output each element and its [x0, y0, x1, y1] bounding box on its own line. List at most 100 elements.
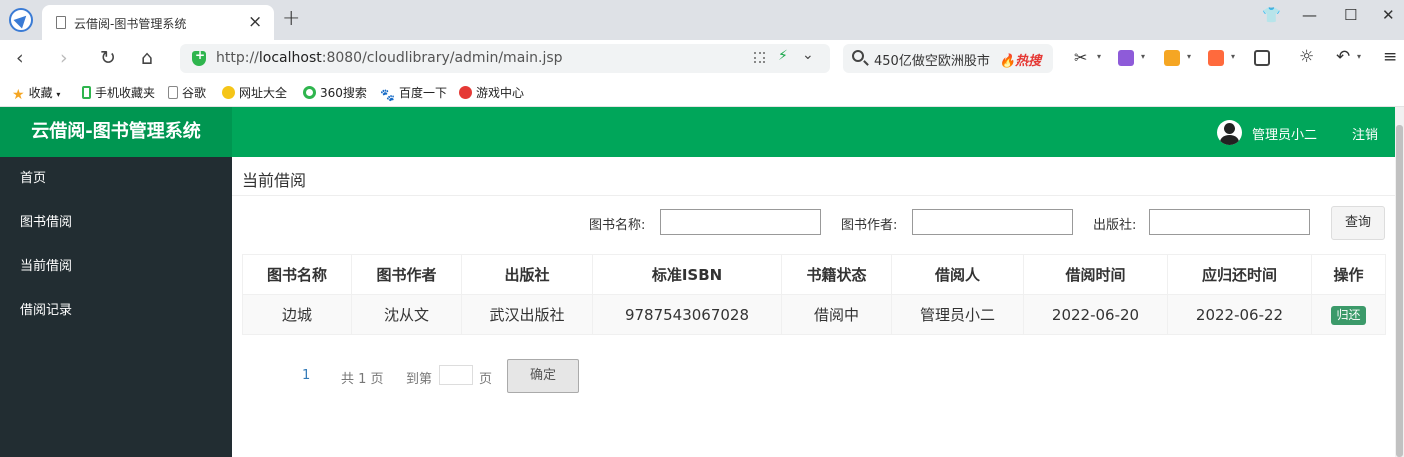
- hot-search-badge: 🔥热搜: [999, 54, 1042, 69]
- cell-author: 沈从文: [351, 294, 462, 335]
- bookmark-baidu[interactable]: 🐾 百度一下: [380, 84, 447, 102]
- skin-icon[interactable]: 👕: [1262, 6, 1281, 24]
- sidebar-item-home[interactable]: 首页: [0, 157, 232, 201]
- total-pages-text: 共 1 页: [341, 372, 384, 387]
- confirm-button[interactable]: 确定: [507, 359, 579, 393]
- cell-return-time: 2022-06-22: [1167, 294, 1312, 335]
- sidebar-item-current-borrow[interactable]: 当前借阅: [0, 245, 232, 289]
- bookmark-games[interactable]: 游戏中心: [459, 84, 524, 101]
- column-header: 书籍状态: [781, 254, 892, 295]
- bookmark-360[interactable]: 360搜索: [303, 84, 367, 101]
- baidu-paw-icon: 🐾: [380, 88, 395, 102]
- undo-caret-icon[interactable]: ▾: [1357, 52, 1361, 61]
- book-name-input[interactable]: [660, 209, 821, 235]
- book-name-label: 图书名称:: [589, 218, 646, 233]
- cell-borrower: 管理员小二: [891, 294, 1024, 335]
- browser-toolbar: ‹ › ↻ ⌂ http://localhost:8080/cloudlibra…: [0, 40, 1404, 78]
- sidebar: 首页 图书借阅 当前借阅 借阅记录: [0, 157, 232, 457]
- coin-caret-icon[interactable]: ▾: [1187, 52, 1191, 61]
- security-shield-icon: [192, 48, 206, 66]
- return-button[interactable]: 归还: [1331, 305, 1366, 325]
- user-avatar-icon[interactable]: [1217, 120, 1242, 145]
- column-header: 出版社: [461, 254, 593, 295]
- cell-isbn: 9787543067028: [592, 294, 782, 335]
- scrollbar-thumb[interactable]: [1396, 125, 1403, 457]
- search-box[interactable]: 450亿做空欧洲股市 🔥热搜: [843, 44, 1053, 73]
- page-title: 当前借阅: [242, 171, 307, 190]
- page-scrollbar[interactable]: [1395, 107, 1404, 457]
- app-header: 云借阅-图书管理系统 管理员小二 注销: [0, 107, 1395, 157]
- game-center-icon: [459, 86, 472, 99]
- scissors-caret-icon[interactable]: ▾: [1097, 52, 1101, 61]
- qr-code-icon[interactable]: [754, 52, 765, 63]
- brightness-icon[interactable]: ☼: [1299, 47, 1315, 67]
- publisher-label: 出版社:: [1093, 218, 1137, 233]
- cell-publisher: 武汉出版社: [461, 294, 593, 335]
- app-logo[interactable]: 云借阅-图书管理系统: [0, 107, 232, 157]
- table-header-row: 图书名称 图书作者 出版社 标准ISBN 书籍状态 借阅人 借阅时间 应归还时间…: [242, 254, 1386, 295]
- new-tab-button[interactable]: +: [282, 6, 300, 31]
- bookmark-favorites[interactable]: ★ 收藏 ▾: [12, 84, 61, 103]
- url-text[interactable]: http://localhost:8080/cloudlibrary/admin…: [216, 50, 563, 66]
- phone-icon: [82, 86, 91, 99]
- star-icon: ★: [12, 87, 25, 103]
- column-header: 标准ISBN: [592, 254, 782, 295]
- sidebar-item-borrow-records[interactable]: 借阅记录: [0, 289, 232, 333]
- reload-icon[interactable]: ↻: [100, 47, 116, 69]
- goto-prefix-text: 到第: [406, 372, 433, 387]
- search-360-icon: [303, 86, 316, 99]
- minimize-button[interactable]: —: [1302, 6, 1317, 24]
- translate-caret-icon[interactable]: ▾: [1141, 52, 1145, 61]
- goto-page-input[interactable]: [439, 365, 473, 385]
- bookmark-google[interactable]: 谷歌: [168, 84, 206, 101]
- goto-suffix-text: 页: [479, 372, 493, 387]
- main-content: 当前借阅 图书名称: 图书作者: 出版社: 查询 图书名称 图书作者 出版社 标…: [232, 157, 1395, 457]
- address-bar[interactable]: http://localhost:8080/cloudlibrary/admin…: [180, 44, 830, 73]
- browser-tabstrip: 云借阅-图书管理系统 × + 👕 — ☐ ✕: [0, 0, 1404, 40]
- page-icon: [168, 86, 178, 99]
- apps-grid-icon[interactable]: [1254, 50, 1270, 66]
- coin-icon[interactable]: [1164, 50, 1180, 66]
- hao-icon: [222, 86, 235, 99]
- close-window-button[interactable]: ✕: [1382, 6, 1395, 24]
- back-button[interactable]: ‹: [16, 47, 24, 69]
- query-button[interactable]: 查询: [1331, 206, 1385, 240]
- forward-button[interactable]: ›: [60, 47, 68, 69]
- tab-title: 云借阅-图书管理系统: [74, 17, 187, 31]
- cell-borrow-time: 2022-06-20: [1023, 294, 1168, 335]
- user-name[interactable]: 管理员小二: [1252, 124, 1317, 143]
- divider: [232, 195, 1395, 196]
- author-input[interactable]: [912, 209, 1073, 235]
- search-suggestion[interactable]: 450亿做空欧洲股市: [874, 50, 990, 69]
- lightning-icon[interactable]: ⚡: [778, 48, 788, 64]
- maximize-button[interactable]: ☐: [1344, 6, 1357, 24]
- column-header: 图书作者: [351, 254, 462, 295]
- browser-logo-icon[interactable]: [9, 8, 33, 32]
- search-icon: [852, 50, 864, 62]
- column-header: 应归还时间: [1167, 254, 1312, 295]
- cell-book-name: 边城: [242, 294, 352, 335]
- borrow-table: 图书名称 图书作者 出版社 标准ISBN 书籍状态 借阅人 借阅时间 应归还时间…: [242, 254, 1386, 335]
- chevron-down-icon[interactable]: ⌄: [802, 47, 814, 63]
- column-header: 借阅人: [891, 254, 1024, 295]
- column-header: 图书名称: [242, 254, 352, 295]
- page-icon: [56, 16, 66, 29]
- home-icon[interactable]: ⌂: [141, 47, 153, 69]
- cell-action: 归还: [1311, 294, 1386, 335]
- game-icon[interactable]: [1208, 50, 1224, 66]
- table-row: 边城 沈从文 武汉出版社 9787543067028 借阅中 管理员小二 202…: [242, 294, 1386, 335]
- sidebar-item-book-borrow[interactable]: 图书借阅: [0, 201, 232, 245]
- undo-icon[interactable]: ↶: [1336, 47, 1352, 67]
- caret-icon: ▾: [56, 90, 61, 99]
- game-caret-icon[interactable]: ▾: [1231, 52, 1235, 61]
- publisher-input[interactable]: [1149, 209, 1310, 235]
- browser-tab[interactable]: 云借阅-图书管理系统 ×: [42, 5, 274, 40]
- logout-link[interactable]: 注销: [1352, 124, 1378, 143]
- bookmark-mobile[interactable]: 手机收藏夹: [82, 84, 155, 101]
- scissors-icon[interactable]: ✂: [1074, 48, 1090, 67]
- tab-close-icon[interactable]: ×: [248, 12, 262, 32]
- bookmark-hao[interactable]: 网址大全: [222, 84, 287, 101]
- translate-icon[interactable]: [1118, 50, 1134, 66]
- menu-icon[interactable]: ≡: [1383, 47, 1399, 67]
- page-number-current[interactable]: 1: [302, 368, 310, 383]
